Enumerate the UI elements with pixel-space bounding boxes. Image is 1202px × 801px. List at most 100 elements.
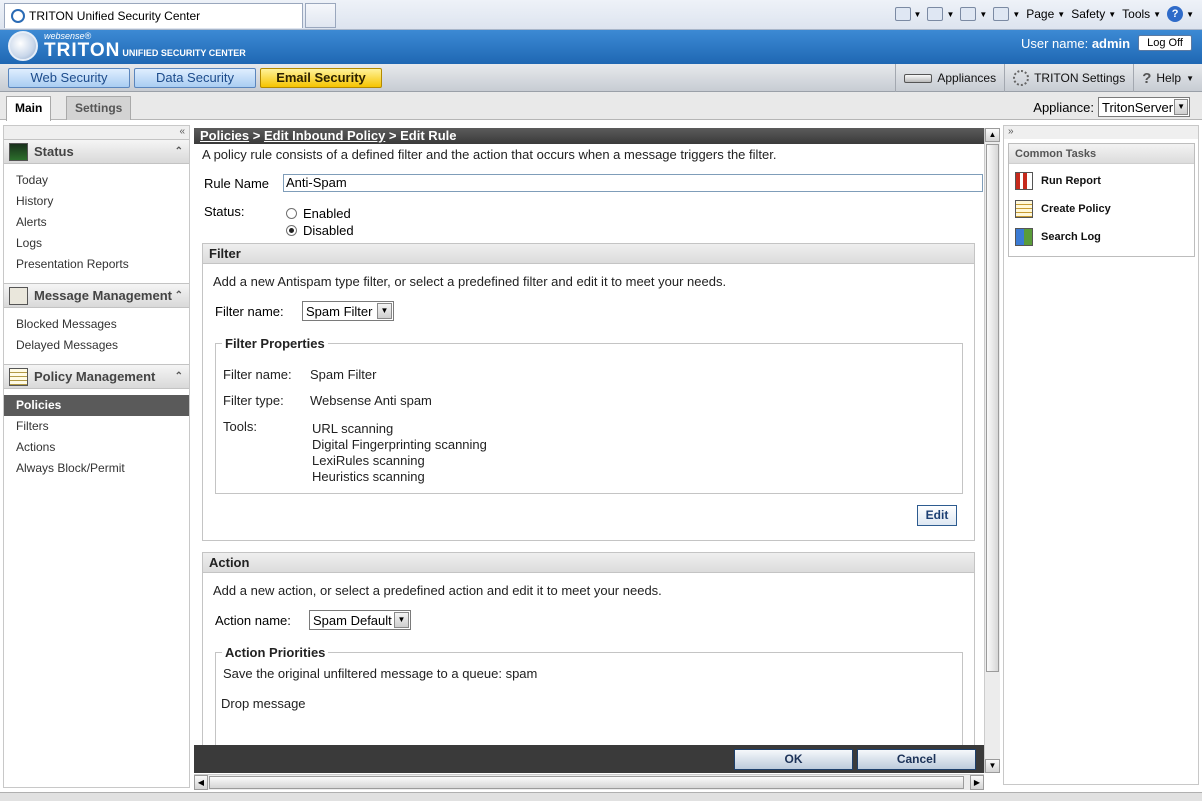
enabled-radio[interactable] [286,208,297,219]
collapse-nav-button[interactable]: « [4,126,189,139]
breadcrumb-inbound-policy-link[interactable]: Edit Inbound Policy [264,128,385,143]
search-log-label: Search Log [1041,231,1101,243]
data-security-button[interactable]: Data Security [134,68,256,88]
edit-filter-button[interactable]: Edit [917,505,957,526]
nav-item-filters[interactable]: Filters [4,416,189,437]
safety-menu[interactable]: Safety ▼ [1071,7,1116,21]
chevron-down-icon: ▼ [1186,73,1194,83]
question-icon: ? [1142,69,1152,87]
report-chart-icon [1015,172,1033,190]
nav-item-blocked-messages[interactable]: Blocked Messages [4,314,189,335]
status-disabled-option[interactable]: Disabled [286,223,354,238]
run-report-task[interactable]: Run Report [1015,172,1101,190]
nav-item-always-block-permit[interactable]: Always Block/Permit [4,458,189,479]
user-info: User name: admin Log Off [1021,35,1192,51]
logo-globe-icon [8,31,38,61]
search-log-task[interactable]: Search Log [1015,228,1101,246]
nav-item-alerts[interactable]: Alerts [4,212,189,233]
nav-item-delayed-messages[interactable]: Delayed Messages [4,335,189,356]
appliance-selector: Appliance: TritonServer ▼ [1033,97,1190,117]
action-name-select[interactable]: Spam Default ▼ [309,610,411,630]
page-description: A policy rule consists of a defined filt… [202,147,777,162]
message-icon [9,286,28,305]
rule-name-input[interactable]: Anti-Spam [283,174,983,192]
horizontal-scroll-thumb[interactable] [209,776,964,789]
breadcrumb-current: Edit Rule [400,128,457,143]
status-enabled-option[interactable]: Enabled [286,206,351,221]
browser-tab-title: TRITON Unified Security Center [29,9,201,23]
action-priorities-group: Action Priorities [215,645,963,745]
logoff-button[interactable]: Log Off [1138,35,1192,51]
breadcrumb-policies-link[interactable]: Policies [200,128,249,143]
nav-item-presentation-reports[interactable]: Presentation Reports [4,254,189,275]
status-label-row: Status: [204,204,244,219]
filter-section: Filter Add a new Antispam type filter, o… [202,243,975,541]
appliances-label: Appliances [937,71,997,85]
scroll-right-icon[interactable]: ▶ [970,775,984,790]
printer-icon [993,7,1010,21]
filter-name-select[interactable]: Spam Filter ▼ [302,301,394,321]
scroll-down-icon[interactable]: ▼ [985,759,1000,773]
browser-tab[interactable]: TRITON Unified Security Center [4,3,303,28]
print-button[interactable]: ▼ [993,7,1020,21]
filter-section-title: Filter [203,244,974,264]
app-header: websense® TRITON UNIFIED SECURITY CENTER … [0,30,1202,64]
appliance-select[interactable]: TritonServer ▼ [1098,97,1190,117]
create-policy-task[interactable]: Create Policy [1015,200,1111,218]
new-tab-button[interactable] [305,3,336,28]
filter-name-label: Filter name: [215,303,284,319]
nav-item-actions[interactable]: Actions [4,437,189,458]
action-section: Action Add a new action, or select a pre… [202,552,975,745]
tab-main[interactable]: Main [6,96,52,121]
nav-item-history[interactable]: History [4,191,189,212]
email-security-button[interactable]: Email Security [260,68,382,88]
vertical-scroll-thumb[interactable] [986,144,999,672]
enabled-label: Enabled [303,206,351,221]
filter-name-value: Spam Filter [306,303,373,319]
tools-menu[interactable]: Tools ▼ [1122,7,1161,21]
tab-strip: Main Settings Appliance: TritonServer ▼ [0,92,1202,121]
main-horizontal-scrollbar[interactable]: ◀ ▶ [194,774,984,790]
cancel-button[interactable]: Cancel [857,749,976,770]
appliance-icon [904,73,933,83]
nav-item-today[interactable]: Today [4,170,189,191]
status-section-header[interactable]: Status ⌃ [4,139,189,164]
left-navigation: « Status ⌃ Today History Alerts Logs Pre… [3,125,190,788]
appliances-button[interactable]: Appliances [895,64,1004,92]
feeds-button[interactable]: ▼ [927,7,954,21]
log-search-icon [1015,228,1033,246]
message-management-header[interactable]: Message Management ⌃ [4,283,189,308]
web-security-button[interactable]: Web Security [8,68,130,88]
nav-item-policies[interactable]: Policies [4,395,189,416]
help-menu-button[interactable]: ? Help ▼ [1133,64,1202,92]
user-name: admin [1091,35,1131,51]
tab-settings[interactable]: Settings [66,96,132,120]
disabled-radio[interactable] [286,225,297,236]
action-description: Add a new action, or select a predefined… [213,583,662,598]
run-report-label: Run Report [1041,175,1101,187]
status-section-title: Status [34,144,74,159]
main-vertical-scrollbar[interactable]: ▲ ▼ [984,128,1000,773]
action-priorities-title: Action Priorities [225,645,326,660]
scroll-up-icon[interactable]: ▲ [985,128,1000,142]
main-content: Policies > Edit Inbound Policy > Edit Ru… [194,128,984,745]
dropdown-arrow-icon: ▼ [1174,99,1188,115]
nav-item-logs[interactable]: Logs [4,233,189,254]
collapse-right-panel-button[interactable]: » [1004,126,1198,139]
home-button[interactable]: ▼ [894,7,921,21]
filter-description: Add a new Antispam type filter, or selec… [213,274,727,289]
rule-status-label: Status: [204,204,245,219]
status-monitor-icon [9,142,28,161]
mail-button[interactable]: ▼ [960,7,987,21]
action-priority-item: Save the original unfiltered message to … [223,666,538,681]
status-nav-list: Today History Alerts Logs Presentation R… [4,164,189,283]
chevron-up-icon: ⌃ [174,146,183,157]
policy-management-header[interactable]: Policy Management ⌃ [4,364,189,389]
page-menu[interactable]: Page ▼ [1026,7,1065,21]
policy-list-icon [9,367,28,386]
browser-help-button[interactable]: ? ▼ [1167,6,1194,22]
triton-settings-button[interactable]: TRITON Settings [1004,64,1133,92]
ok-button[interactable]: OK [734,749,853,770]
help-label: Help [1156,71,1182,85]
scroll-left-icon[interactable]: ◀ [194,775,208,790]
